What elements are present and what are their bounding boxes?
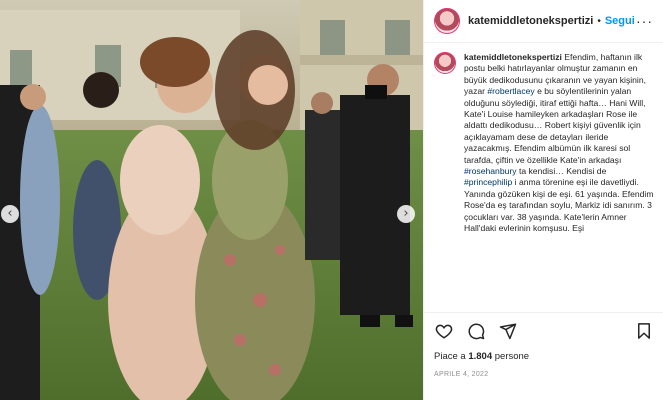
caption-text: katemiddletonekspertizi Efendim, haftanı… [464, 52, 654, 310]
like-button[interactable] [434, 321, 454, 341]
likes-suffix: persone [492, 351, 530, 362]
hashtag-link[interactable]: #rosehanbury [464, 166, 517, 176]
save-button[interactable] [634, 321, 654, 341]
send-icon [499, 323, 517, 339]
previous-photo-button[interactable]: ‹ [1, 205, 19, 223]
post-panel: katemiddletonekspertizi • Segui ··· kate… [423, 0, 663, 400]
follow-button[interactable]: Segui [605, 15, 635, 27]
photo-scene [0, 0, 423, 400]
hashtag-link[interactable]: #princephilip [464, 177, 512, 187]
likes-number: 1.804 [468, 351, 493, 362]
post-date[interactable]: APRILE 4, 2022 [434, 371, 488, 378]
caption-segment: ta kendisi… Kendisi de [516, 166, 607, 177]
share-button[interactable] [498, 321, 518, 341]
separator-dot: • [597, 15, 601, 27]
caption-username[interactable]: katemiddletonekspertizi [464, 52, 562, 62]
post-header: katemiddletonekspertizi • Segui ··· [424, 0, 663, 43]
likes-prefix: Piace a [434, 351, 469, 362]
post-photo[interactable]: ‹ › [0, 0, 423, 400]
action-bar [424, 312, 663, 348]
hashtag-link[interactable]: #robertlacey [487, 86, 534, 96]
avatar[interactable] [434, 8, 460, 34]
username-link[interactable]: katemiddletonekspertizi [468, 15, 593, 27]
caption-avatar[interactable] [434, 52, 456, 74]
heart-icon [435, 324, 453, 339]
comment-icon [468, 323, 485, 339]
comment-button[interactable] [466, 321, 486, 341]
post-caption: katemiddletonekspertizi Efendim, haftanı… [434, 52, 656, 310]
caption-segment: e bu söylentilerinin yalan olduğunu söyl… [464, 86, 646, 165]
more-options-icon[interactable]: ··· [636, 13, 653, 29]
next-photo-button[interactable]: › [397, 205, 415, 223]
bookmark-icon [638, 322, 650, 339]
likes-count[interactable]: Piace a 1.804 persone [434, 351, 529, 362]
